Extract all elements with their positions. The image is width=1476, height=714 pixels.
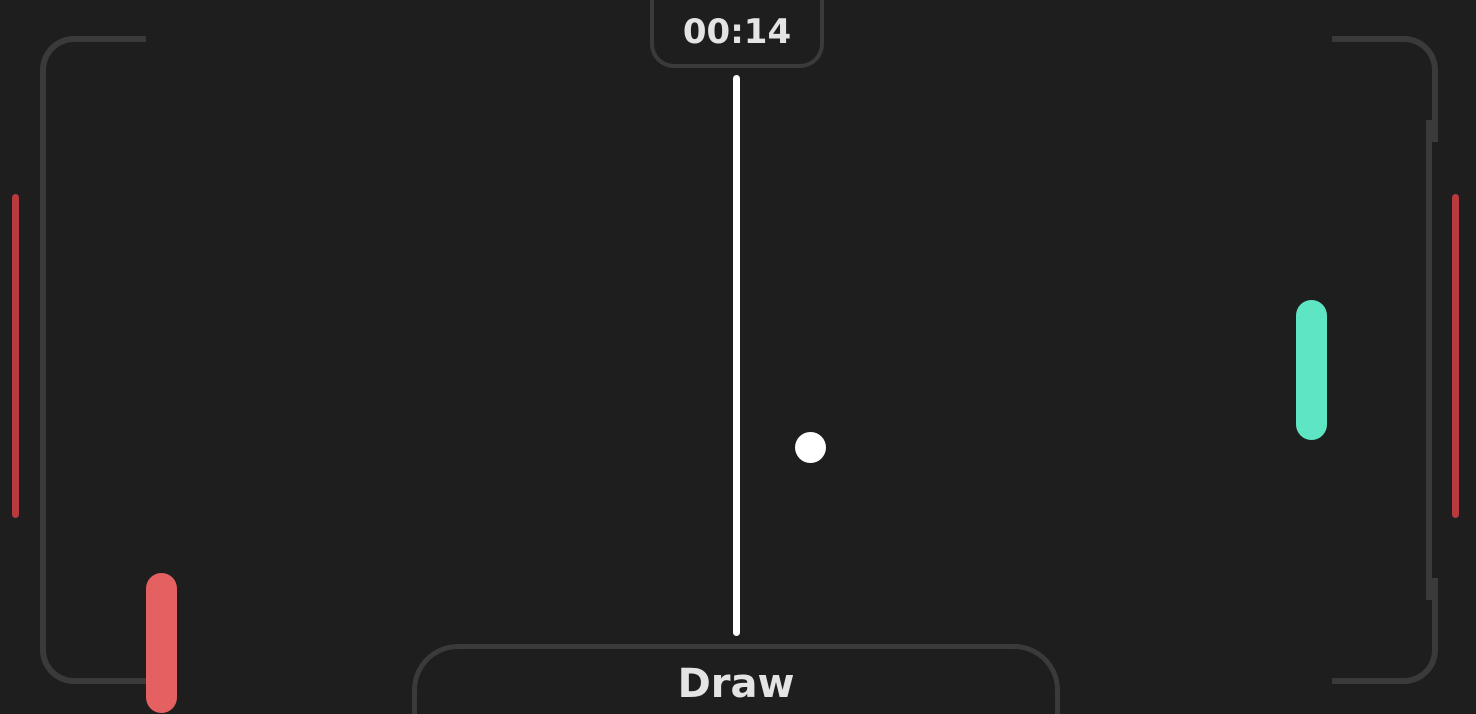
court-corner-bottom-left bbox=[40, 578, 146, 684]
pong-game-board: 00:14 Draw bbox=[0, 0, 1476, 714]
match-timer: 00:14 bbox=[682, 12, 792, 52]
court-corner-top-left bbox=[40, 36, 146, 142]
match-result: Draw bbox=[677, 661, 795, 707]
result-panel: Draw bbox=[412, 644, 1060, 714]
left-player-paddle[interactable] bbox=[146, 573, 177, 713]
right-goal-line bbox=[1452, 194, 1459, 518]
right-player-paddle[interactable] bbox=[1296, 300, 1327, 440]
center-net bbox=[733, 75, 740, 636]
left-goal-line bbox=[12, 194, 19, 518]
timer-panel: 00:14 bbox=[650, 0, 824, 68]
court-side-right bbox=[1426, 120, 1432, 600]
court-corner-top-right bbox=[1332, 36, 1438, 142]
court-corner-bottom-right bbox=[1332, 578, 1438, 684]
court-side-left bbox=[40, 120, 46, 600]
ball bbox=[795, 432, 826, 463]
